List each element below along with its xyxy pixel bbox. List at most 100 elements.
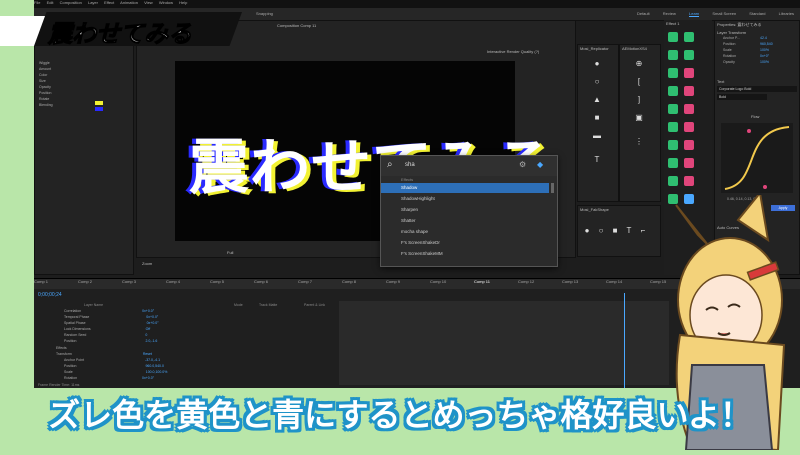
comp-tab[interactable]: Comp 3 <box>122 279 166 284</box>
search-result-item[interactable]: mocha shape <box>381 227 549 237</box>
ease-curve-graph[interactable] <box>721 123 793 193</box>
text-tool-icon[interactable]: T <box>624 226 634 236</box>
comp-tab[interactable]: Comp 5 <box>210 279 254 284</box>
bracket-right-icon[interactable]: ] <box>634 95 644 105</box>
search-result-item[interactable]: F's ScreenShakeDr <box>381 238 549 248</box>
menu-window[interactable]: Window <box>159 0 173 5</box>
comp-tab[interactable]: Comp 10 <box>430 279 474 284</box>
text-tool-icon[interactable]: T <box>592 155 602 165</box>
effect-icon[interactable] <box>668 86 678 96</box>
plugin-icon[interactable]: ◆ <box>537 160 543 169</box>
effect-icon[interactable] <box>684 122 694 132</box>
search-result-item[interactable]: Shatter <box>381 216 549 226</box>
layer-row[interactable]: Position 2.0,-1.6 <box>64 339 157 343</box>
effect-icon[interactable] <box>668 158 678 168</box>
comp-tab[interactable]: Comp 9 <box>386 279 430 284</box>
font-weight-select[interactable]: Bold <box>717 94 767 100</box>
square-shape-icon[interactable]: ■ <box>592 113 602 123</box>
prop-value[interactable]: 100% <box>760 48 769 52</box>
ring-shape-icon[interactable]: ○ <box>592 77 602 87</box>
frame-icon[interactable]: ▣ <box>634 113 644 123</box>
workspace-libraries[interactable]: Libraries <box>779 11 794 16</box>
anchor-icon[interactable]: ⊕ <box>634 59 644 69</box>
color-swatch-yellow[interactable] <box>95 101 103 105</box>
comp-tab[interactable]: Comp 12 <box>518 279 562 284</box>
layer-row[interactable]: Effects <box>56 346 67 350</box>
layer-row[interactable]: Lock Dimensions Off <box>64 327 150 331</box>
search-result-item[interactable]: F's ScreenShakeMM <box>381 249 549 259</box>
ec-row[interactable]: Size <box>39 79 46 83</box>
layer-row[interactable]: Transform Reset <box>56 352 152 356</box>
ec-row[interactable]: Rotate <box>39 97 49 101</box>
menu-help[interactable]: Help <box>179 0 187 5</box>
crop-icon[interactable]: ⌐ <box>638 226 648 236</box>
comp-tab[interactable]: Comp 7 <box>298 279 342 284</box>
effect-icon[interactable] <box>668 68 678 78</box>
prop-value[interactable]: 0x+0° <box>760 54 769 58</box>
search-input[interactable]: sha <box>405 162 415 168</box>
prop-value[interactable]: 960,540 <box>760 42 773 46</box>
effect-icon[interactable] <box>668 50 678 60</box>
workspace-review[interactable]: Review <box>663 11 676 16</box>
prop-value[interactable]: 100% <box>760 60 769 64</box>
prop-value[interactable]: 42.4 <box>760 36 767 40</box>
effect-icon[interactable] <box>684 158 694 168</box>
rounded-rect-icon[interactable]: ▬ <box>592 131 602 141</box>
layer-row[interactable]: Anchor Point -37.0,-4.1 <box>64 358 160 362</box>
zoom-select[interactable]: Full <box>227 250 233 255</box>
scrollbar[interactable] <box>551 183 554 193</box>
layer-row[interactable]: Scale 100.0,100.0% <box>64 370 167 374</box>
menu-file[interactable]: File <box>34 0 40 5</box>
panel-tab[interactable]: Effect 1 <box>666 21 680 26</box>
workspace-learn[interactable]: Learn <box>689 11 700 17</box>
effect-icon[interactable] <box>684 140 694 150</box>
panel-tab[interactable]: AEMotionXS4 <box>622 46 647 51</box>
effect-icon[interactable] <box>684 32 694 42</box>
effect-icon[interactable] <box>684 104 694 114</box>
square-shape-icon[interactable]: ■ <box>610 226 620 236</box>
menu-edit[interactable]: Edit <box>47 0 54 5</box>
bracket-icon[interactable]: [ <box>634 77 644 87</box>
ec-row[interactable]: Wiggle <box>39 61 50 65</box>
effect-icon[interactable] <box>668 104 678 114</box>
comp-tab[interactable]: Comp 8 <box>342 279 386 284</box>
panel-tab[interactable]: Mosi_FakShape <box>580 207 609 212</box>
comp-tab[interactable]: Comp 2 <box>78 279 122 284</box>
layer-row[interactable]: Spatial Phase 0x+0.0° <box>64 321 159 325</box>
workspace-default[interactable]: Default <box>637 11 650 16</box>
effect-icon[interactable] <box>684 86 694 96</box>
layer-row[interactable]: Rotation 0x+0.0° <box>64 376 154 380</box>
panel-tab[interactable]: Properties: 震わせてみる <box>717 22 761 28</box>
ring-shape-icon[interactable]: ○ <box>596 226 606 236</box>
comp-tab[interactable]: Comp 14 <box>606 279 650 284</box>
layer-row[interactable]: Correlation 0x+0.0° <box>64 309 154 313</box>
snapping-toggle[interactable]: Snapping <box>256 11 273 16</box>
menu-view[interactable]: View <box>144 0 153 5</box>
ease-handle[interactable] <box>747 129 751 133</box>
ec-row[interactable]: Position <box>39 91 51 95</box>
panel-tab[interactable]: Mosi_Replicator <box>580 46 609 51</box>
playhead[interactable] <box>624 293 625 388</box>
comp-tab[interactable]: Comp 1 <box>34 279 78 284</box>
timeline-track-area[interactable] <box>339 301 669 385</box>
search-result-item[interactable]: Shadow <box>381 183 549 193</box>
color-swatch-blue[interactable] <box>95 107 103 111</box>
triangle-shape-icon[interactable]: ▲ <box>592 95 602 105</box>
effect-icon[interactable] <box>684 50 694 60</box>
viewer-tab[interactable]: Composition Comp 11 <box>277 23 316 28</box>
search-result-item[interactable]: Sharpen <box>381 205 549 215</box>
effect-icon[interactable] <box>668 140 678 150</box>
effect-icon[interactable] <box>684 176 694 186</box>
effect-icon[interactable] <box>668 176 678 186</box>
settings-gear-icon[interactable]: ⚙ <box>519 160 526 169</box>
ease-handle[interactable] <box>763 185 767 189</box>
menu-effect[interactable]: Effect <box>104 0 114 5</box>
circle-shape-icon[interactable]: ● <box>582 226 592 236</box>
effect-icon[interactable] <box>668 122 678 132</box>
flow-tab[interactable]: Flow <box>751 114 759 119</box>
layer-row[interactable]: Position 960.0,540.0 <box>64 364 164 368</box>
menu-composition[interactable]: Composition <box>60 0 82 5</box>
circle-shape-icon[interactable]: ● <box>592 59 602 69</box>
menu-animation[interactable]: Animation <box>120 0 138 5</box>
effect-icon[interactable] <box>684 68 694 78</box>
